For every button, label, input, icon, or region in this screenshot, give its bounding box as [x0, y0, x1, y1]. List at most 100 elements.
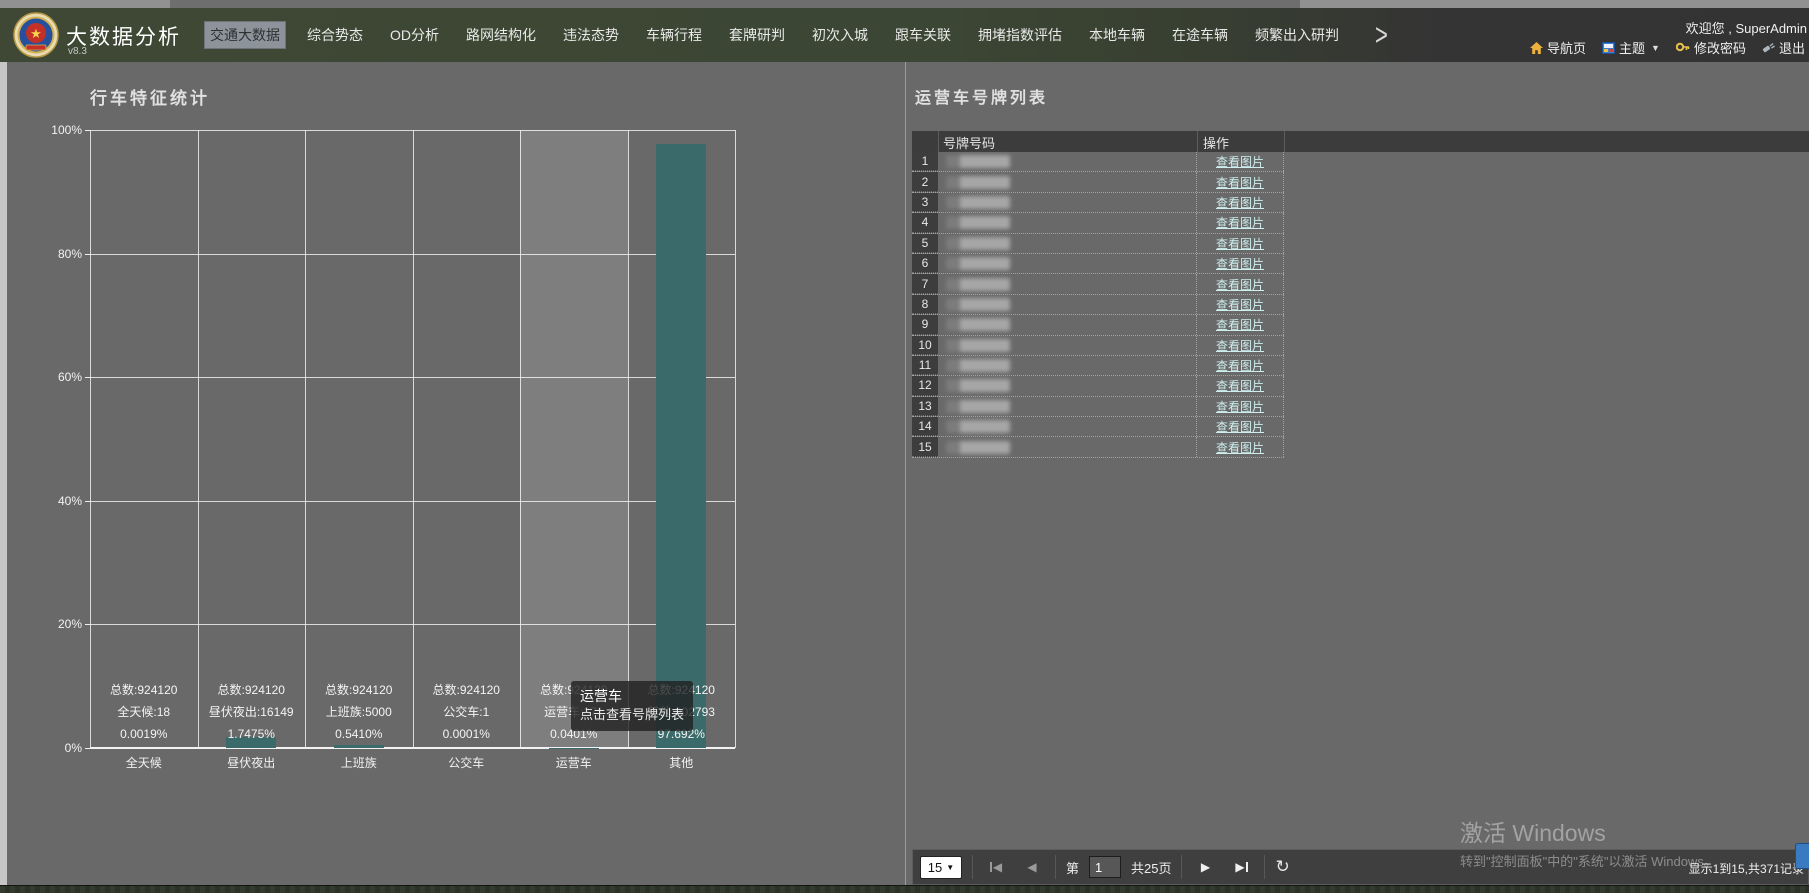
- theme-link[interactable]: 主题 ▼: [1602, 38, 1660, 57]
- table-row: 5查看图片: [912, 234, 1284, 254]
- edge-widget-button[interactable]: [1795, 843, 1809, 869]
- pager-separator: [972, 855, 973, 879]
- y-tick-label: 60%: [34, 370, 82, 384]
- nav-menu: 交通大数据综合势态 OD分析路网结构化违法态势车辆行程套牌研判初次入城跟车关联拥堵…: [205, 8, 1344, 62]
- redacted-plate-number: [946, 216, 1010, 229]
- nav-item[interactable]: 套牌研判: [724, 22, 790, 48]
- x-category-label: 全天候: [90, 754, 198, 771]
- first-page-button[interactable]: ◀: [983, 855, 1009, 879]
- view-image-link[interactable]: 查看图片: [1216, 357, 1264, 374]
- nav-item[interactable]: 拥堵指数评估: [973, 22, 1067, 48]
- redacted-plate-number: [946, 318, 1010, 331]
- redacted-plate-number: [946, 155, 1010, 168]
- logout-label: 退出: [1779, 38, 1805, 57]
- plate-number-cell: [938, 356, 1197, 375]
- nav-item[interactable]: OD分析: [385, 22, 444, 48]
- next-page-button[interactable]: ▶: [1192, 855, 1218, 879]
- nav-item[interactable]: 频繁出入研判: [1250, 22, 1344, 48]
- change-password-link[interactable]: 修改密码: [1676, 38, 1746, 57]
- redacted-plate-number: [946, 278, 1010, 291]
- view-image-link[interactable]: 查看图片: [1216, 153, 1264, 170]
- nav-item[interactable]: 在途车辆: [1167, 22, 1233, 48]
- table-row: 9 查看图片: [912, 315, 1284, 335]
- chart-tooltip: 运营车 点击查看号牌列表: [571, 681, 693, 731]
- v-gridline: [305, 130, 306, 748]
- redacted-plate-number: [946, 379, 1010, 392]
- row-number: 13: [912, 397, 938, 416]
- table-row: 4 查看图片: [912, 213, 1284, 233]
- action-cell: 查看图片: [1197, 437, 1284, 456]
- view-image-link[interactable]: 查看图片: [1216, 418, 1264, 435]
- v-gridline: [735, 130, 736, 748]
- view-image-link[interactable]: 查看图片: [1216, 214, 1264, 231]
- last-page-button[interactable]: ▶: [1228, 855, 1254, 879]
- nav-item[interactable]: 本地车辆: [1084, 22, 1150, 48]
- nav-item[interactable]: 违法态势: [558, 22, 624, 48]
- nav-more-chevron-icon[interactable]: >: [1375, 17, 1388, 53]
- y-tick-label: 20%: [34, 617, 82, 631]
- plate-number-cell: [938, 437, 1197, 456]
- view-image-link[interactable]: 查看图片: [1216, 377, 1264, 394]
- y-tick-label: 40%: [34, 494, 82, 508]
- table-header: 号牌号码 操作: [912, 131, 1809, 152]
- plate-number-cell: [938, 295, 1197, 314]
- redacted-plate-number: [946, 359, 1010, 372]
- page-size-select[interactable]: 15 ▼: [920, 856, 962, 879]
- view-image-link[interactable]: 查看图片: [1216, 316, 1264, 333]
- nav-item[interactable]: 综合势态: [302, 22, 368, 48]
- nav-item[interactable]: 交通大数据: [205, 22, 285, 48]
- top-strip-dark-segment: [170, 0, 1300, 8]
- redacted-plate-number: [946, 441, 1010, 454]
- theme-icon: [1602, 42, 1615, 54]
- bottom-strip: [0, 885, 1809, 893]
- table-row: 1 查看图片: [912, 152, 1284, 172]
- row-number: 14: [912, 417, 938, 436]
- bar-上班族[interactable]: [334, 745, 384, 748]
- bar-label-stack: 总数:924120昼伏夜出:161491.7475%: [198, 679, 306, 745]
- view-image-link[interactable]: 查看图片: [1216, 174, 1264, 191]
- view-image-link[interactable]: 查看图片: [1216, 337, 1264, 354]
- action-cell: 查看图片: [1197, 417, 1284, 436]
- bar-count-label: 公交车:1: [413, 701, 521, 723]
- logout-link[interactable]: 退出: [1762, 38, 1805, 57]
- key-icon: [1676, 42, 1690, 54]
- view-image-link[interactable]: 查看图片: [1216, 276, 1264, 293]
- table-row: 14 查看图片: [912, 417, 1284, 437]
- previous-page-button[interactable]: ◀: [1019, 855, 1045, 879]
- bar-其他[interactable]: [656, 144, 706, 748]
- row-number: 4: [912, 213, 938, 232]
- plate-number-cell: [938, 417, 1197, 436]
- welcome-text: 欢迎您 , SuperAdmin: [1686, 18, 1807, 37]
- view-image-link[interactable]: 查看图片: [1216, 255, 1264, 272]
- navbar: ★ 大数据分析 v8.3 交通大数据综合势态OD分析路网结构化违法态势车辆行程套…: [0, 8, 1809, 62]
- x-category-label: 运营车: [520, 754, 628, 771]
- refresh-button[interactable]: ↻: [1275, 857, 1289, 877]
- table-row: 6查看图片: [912, 254, 1284, 274]
- plate-number-cell: [938, 254, 1197, 273]
- nav-item[interactable]: 车辆行程: [641, 22, 707, 48]
- pager-separator: [1181, 855, 1182, 879]
- view-image-link[interactable]: 查看图片: [1216, 439, 1264, 456]
- nav-item[interactable]: 初次入城: [807, 22, 873, 48]
- panel-divider: [905, 62, 906, 885]
- view-image-link[interactable]: 查看图片: [1216, 398, 1264, 415]
- y-tick-label: 0%: [34, 741, 82, 755]
- theme-caret-icon: ▼: [1651, 43, 1660, 53]
- view-image-link[interactable]: 查看图片: [1216, 194, 1264, 211]
- row-number: 9: [912, 315, 938, 334]
- row-number: 8: [912, 295, 938, 314]
- action-cell: 查看图片: [1197, 254, 1284, 273]
- plate-number-cell: [938, 397, 1197, 416]
- page-number-input[interactable]: [1089, 856, 1121, 878]
- nav-page-link[interactable]: 导航页: [1530, 38, 1586, 57]
- view-image-link[interactable]: 查看图片: [1216, 235, 1264, 252]
- v-gridline: [628, 130, 629, 748]
- nav-item[interactable]: 跟车关联: [890, 22, 956, 48]
- view-image-link[interactable]: 查看图片: [1216, 296, 1264, 313]
- pager-separator: [1055, 855, 1056, 879]
- nav-item[interactable]: 路网结构化: [461, 22, 541, 48]
- table-row: 8 查看图片: [912, 295, 1284, 315]
- header-separator: [1197, 131, 1198, 152]
- table-row: 12查看图片: [912, 376, 1284, 396]
- row-number: 1: [912, 152, 938, 171]
